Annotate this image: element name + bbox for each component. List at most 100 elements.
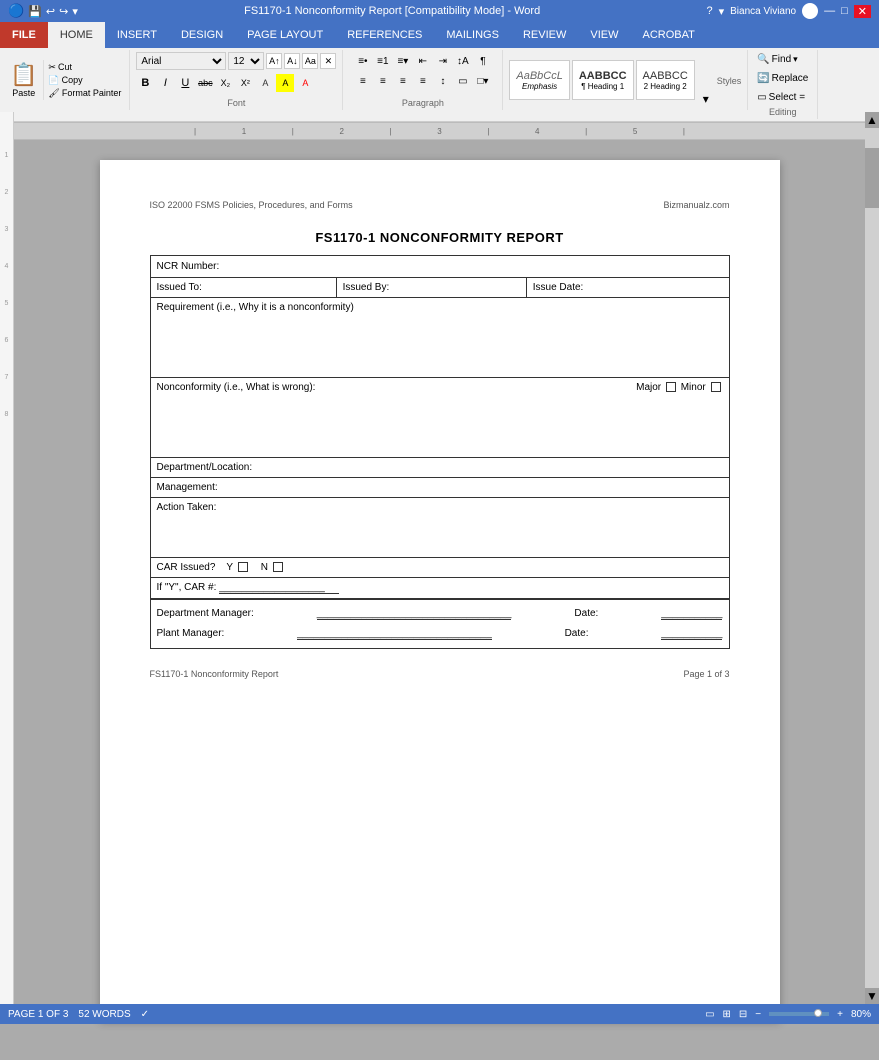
car-issued-label: CAR Issued? xyxy=(157,562,216,573)
help-button[interactable]: ? xyxy=(706,5,712,17)
styles-more-button[interactable]: ▾ xyxy=(697,90,715,108)
ncr-cell: NCR Number: xyxy=(150,256,729,278)
scrollbar-right[interactable]: ▲ ▼ xyxy=(865,112,879,1004)
car-number-line[interactable]: ___________________ xyxy=(219,582,339,594)
title-bar: 🔵 💾 ↩ ↪ ▾ FS1170-1 Nonconformity Report … xyxy=(0,0,879,22)
italic-button[interactable]: I xyxy=(156,74,174,92)
car-number-row: If "Y", CAR #: ___________________ xyxy=(150,578,729,600)
replace-button[interactable]: 🔄 Replace xyxy=(755,71,810,86)
font-size-select[interactable]: 12 xyxy=(228,52,264,70)
date-line-2[interactable]: ___________ xyxy=(661,628,722,640)
proofing-icon[interactable]: ✓ xyxy=(141,1009,149,1020)
editing-group: 🔍 Find ▾ 🔄 Replace ▭ Select = Editing xyxy=(748,50,818,119)
plant-manager-line[interactable]: ___________________________________ xyxy=(297,628,492,640)
align-center-button[interactable]: ≡ xyxy=(374,72,392,90)
underline-button[interactable]: U xyxy=(176,74,194,92)
issued-to-cell: Issued To: xyxy=(150,278,336,298)
tab-mailings[interactable]: MAILINGS xyxy=(434,22,511,48)
justify-button[interactable]: ≡ xyxy=(414,72,432,90)
tab-home[interactable]: HOME xyxy=(48,22,105,48)
sort-button[interactable]: ↕A xyxy=(454,52,472,70)
font-family-row: Arial 12 A↑ A↓ Aa ✕ xyxy=(136,52,336,70)
view-web[interactable]: ⊟ xyxy=(739,1009,747,1020)
paste-button[interactable]: 📋 Paste xyxy=(4,60,44,100)
dept-manager-line[interactable]: ___________________________________ xyxy=(317,608,512,620)
tab-design[interactable]: DESIGN xyxy=(169,22,235,48)
issued-by-cell: Issued By: xyxy=(336,278,526,298)
dept-cell: Department/Location: xyxy=(150,458,729,478)
shading-button[interactable]: ▭ xyxy=(454,72,472,90)
zoom-label[interactable]: 80% xyxy=(851,1009,871,1020)
tab-view[interactable]: VIEW xyxy=(578,22,630,48)
style-heading2[interactable]: AABBCC 2 Heading 2 xyxy=(636,60,695,100)
tab-page-layout[interactable]: PAGE LAYOUT xyxy=(235,22,335,48)
zoom-slider[interactable] xyxy=(769,1012,829,1016)
nonconformity-cell: Nonconformity (i.e., What is wrong): Maj… xyxy=(150,378,729,458)
quick-access-undo[interactable]: ↩ xyxy=(46,5,55,18)
tab-file[interactable]: FILE xyxy=(0,22,48,48)
car-issued-cell: CAR Issued? Y N xyxy=(150,558,729,578)
major-checkbox[interactable] xyxy=(666,382,676,392)
decrease-indent-button[interactable]: ⇤ xyxy=(414,52,432,70)
zoom-out[interactable]: − xyxy=(755,1009,761,1020)
view-print-layout[interactable]: ▭ xyxy=(705,1009,714,1020)
document-page: ISO 22000 FSMS Policies, Procedures, and… xyxy=(100,160,780,1020)
font-color-button[interactable]: A xyxy=(296,74,314,92)
highlight-button[interactable]: A xyxy=(276,74,294,92)
tab-insert[interactable]: INSERT xyxy=(105,22,169,48)
font-family-select[interactable]: Arial xyxy=(136,52,226,70)
view-read-mode[interactable]: ⊞ xyxy=(723,1009,731,1020)
clear-formatting-button[interactable]: ✕ xyxy=(320,53,336,69)
car-number-cell: If "Y", CAR #: ___________________ xyxy=(150,578,729,600)
editing-label: Editing xyxy=(769,107,797,117)
find-button[interactable]: 🔍 Find ▾ xyxy=(755,52,810,67)
numbering-button[interactable]: ≡1 xyxy=(374,52,392,70)
select-button[interactable]: ▭ Select = xyxy=(755,90,810,105)
car-y-checkbox[interactable] xyxy=(238,562,248,572)
select-icon: ▭ xyxy=(757,92,766,103)
requirement-cell: Requirement (i.e., Why it is a nonconfor… xyxy=(150,298,729,378)
header-left: ISO 22000 FSMS Policies, Procedures, and… xyxy=(150,200,353,210)
signatures-cell: Department Manager: ____________________… xyxy=(150,599,729,649)
superscript-button[interactable]: X² xyxy=(236,74,254,92)
strikethrough-button[interactable]: abc xyxy=(196,74,214,92)
quick-access-redo[interactable]: ↪ xyxy=(59,5,68,18)
minor-checkbox[interactable] xyxy=(711,382,721,392)
line-spacing-button[interactable]: ↕ xyxy=(434,72,452,90)
style-heading1[interactable]: AABBCC ¶ Heading 1 xyxy=(572,60,634,100)
text-effects-button[interactable]: A xyxy=(256,74,274,92)
increase-indent-button[interactable]: ⇥ xyxy=(434,52,452,70)
quick-access-save[interactable]: 💾 xyxy=(28,5,42,18)
font-shrink-button[interactable]: A↓ xyxy=(284,53,300,69)
font-grow-button[interactable]: A↑ xyxy=(266,53,282,69)
car-n-checkbox[interactable] xyxy=(273,562,283,572)
show-marks-button[interactable]: ¶ xyxy=(474,52,492,70)
ribbon-toggle[interactable]: ▾ xyxy=(719,5,725,18)
minimize-button[interactable]: — xyxy=(824,5,835,17)
tab-references[interactable]: REFERENCES xyxy=(335,22,434,48)
format-painter-button[interactable]: 🖌Format Painter xyxy=(48,88,121,99)
word-icon: 🔵 xyxy=(8,3,24,19)
requirement-label: Requirement (i.e., Why it is a nonconfor… xyxy=(157,302,354,313)
close-button[interactable]: ✕ xyxy=(854,5,871,18)
align-right-button[interactable]: ≡ xyxy=(394,72,412,90)
cut-button[interactable]: ✂Cut xyxy=(48,62,121,73)
bold-button[interactable]: B xyxy=(136,74,154,92)
maximize-button[interactable]: □ xyxy=(841,5,848,17)
user-name: Bianca Viviano xyxy=(730,6,796,17)
align-left-button[interactable]: ≡ xyxy=(354,72,372,90)
zoom-in[interactable]: + xyxy=(837,1009,843,1020)
borders-button[interactable]: □▾ xyxy=(474,72,492,90)
management-label: Management: xyxy=(157,482,218,493)
change-case-button[interactable]: Aa xyxy=(302,53,318,69)
date-line-1[interactable]: ___________ xyxy=(661,608,722,620)
tab-acrobat[interactable]: ACROBAT xyxy=(630,22,706,48)
style-emphasis[interactable]: AaBbCcL Emphasis xyxy=(509,60,569,100)
bullets-button[interactable]: ≡• xyxy=(354,52,372,70)
scroll-thumb[interactable] xyxy=(865,148,879,208)
management-cell: Management: xyxy=(150,478,729,498)
tab-review[interactable]: REVIEW xyxy=(511,22,578,48)
multilevel-button[interactable]: ≡▾ xyxy=(394,52,412,70)
subscript-button[interactable]: X₂ xyxy=(216,74,234,92)
copy-button[interactable]: 📄Copy xyxy=(48,75,121,86)
